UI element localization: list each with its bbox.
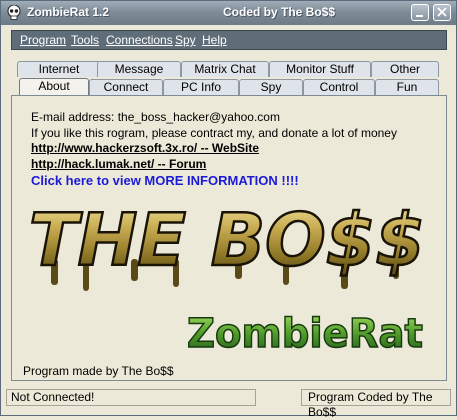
tab-other[interactable]: Other — [371, 61, 439, 77]
minimize-icon — [416, 15, 423, 17]
tab-matrix-chat[interactable]: Matrix Chat — [181, 61, 269, 77]
logo-sub-text: ZombieRat — [187, 311, 423, 357]
menu-bar: Program Tools Connections Spy Help — [11, 30, 447, 50]
tab-control[interactable]: Control — [303, 79, 375, 95]
status-bar: Not Connected! Program Coded by The Bo$$ — [1, 386, 456, 419]
close-icon — [437, 7, 447, 17]
more-info-link[interactable]: Click here to view MORE INFORMATION !!!! — [31, 173, 299, 188]
tab-message[interactable]: Message — [97, 61, 181, 77]
tab-pc-info[interactable]: PC Info — [163, 79, 239, 95]
tab-fun[interactable]: Fun — [375, 79, 439, 95]
menu-help[interactable]: Help — [202, 33, 227, 47]
window-subtitle: Coded by The Bo$$ — [223, 5, 336, 19]
menu-tools[interactable]: Tools — [71, 33, 99, 47]
minimize-button[interactable] — [411, 4, 429, 21]
menu-program[interactable]: Program — [20, 33, 66, 47]
the-boss-logo: THE BO$$ ZombieRat — [28, 197, 427, 358]
menu-spy[interactable]: Spy — [175, 33, 196, 47]
tab-internet[interactable]: Internet — [17, 61, 101, 77]
close-button[interactable] — [433, 4, 451, 21]
email-address: E-mail address: the_boss_hacker@yahoo.co… — [31, 110, 280, 124]
skull-icon — [7, 5, 21, 20]
made-by-text: Program made by The Bo$$ — [23, 364, 174, 378]
website-link[interactable]: http://www.hackerzsoft.3x.ro/ -- WebSite — [31, 141, 259, 155]
donate-text: If you like this rogram, please contract… — [31, 126, 397, 140]
tab-spy[interactable]: Spy — [239, 79, 303, 95]
connection-status: Not Connected! — [6, 389, 256, 406]
tab-connect[interactable]: Connect — [89, 79, 163, 95]
forum-link[interactable]: http://hack.lumak.net/ -- Forum — [31, 157, 206, 171]
tab-monitor-stuff[interactable]: Monitor Stuff — [269, 61, 371, 77]
menu-connections[interactable]: Connections — [106, 33, 173, 47]
app-window: ZombieRat 1.2 Coded by The Bo$$ Program … — [0, 0, 457, 419]
tab-about[interactable]: About — [19, 78, 89, 96]
title-bar[interactable]: ZombieRat 1.2 Coded by The Bo$$ — [1, 1, 456, 25]
window-title: ZombieRat 1.2 — [27, 5, 110, 19]
logo-main-text: THE BO$$ — [29, 198, 425, 282]
credits-status: Program Coded by The Bo$$ — [301, 389, 451, 419]
